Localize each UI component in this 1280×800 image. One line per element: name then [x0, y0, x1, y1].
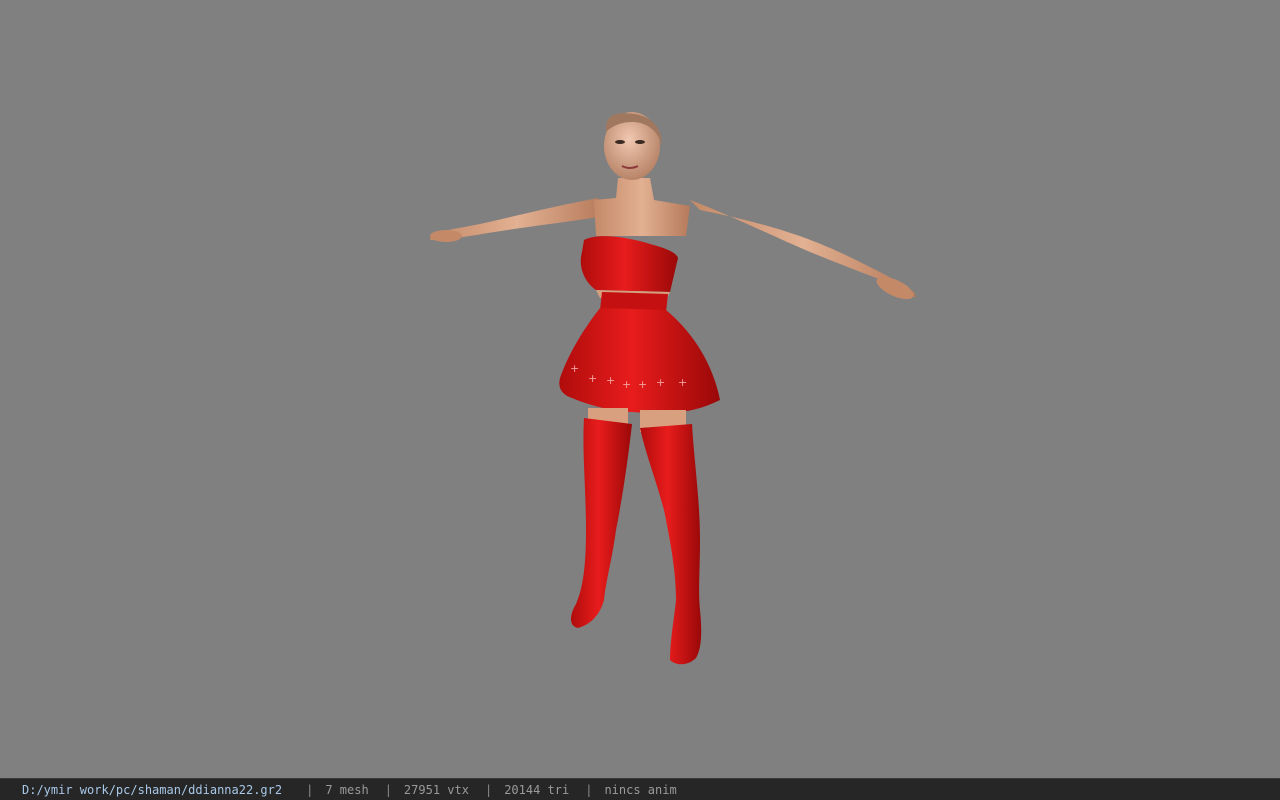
svg-text:+: +: [622, 378, 631, 391]
separator: |: [384, 782, 392, 797]
separator: |: [484, 782, 493, 797]
svg-text:+: +: [588, 372, 597, 385]
svg-text:+: +: [678, 376, 687, 389]
skirt: [559, 308, 720, 413]
separator: |: [306, 782, 314, 797]
svg-text:+: +: [638, 378, 647, 391]
3d-viewport[interactable]: + + + + + + +: [0, 0, 1280, 778]
svg-text:+: +: [570, 362, 579, 375]
svg-text:+: +: [656, 376, 665, 389]
separator: |: [585, 782, 593, 797]
character-model: + + + + + + +: [430, 112, 916, 665]
file-path: D:/ymir work/pc/shaman/ddianna22.gr2: [22, 782, 283, 797]
bandeau-top: [580, 236, 678, 292]
animation-status: nincs anim: [604, 782, 677, 797]
svg-text:+: +: [606, 374, 615, 387]
right-boot: [640, 424, 702, 665]
mesh-count: 7 mesh: [325, 782, 369, 797]
status-bar: D:/ymir work/pc/shaman/ddianna22.gr2 | 7…: [0, 778, 1280, 800]
triangle-count: 20144 tri: [504, 782, 570, 797]
neck: [594, 178, 690, 236]
left-hand: [430, 230, 462, 242]
vertex-count: 27951 vtx: [403, 782, 469, 797]
left-boot: [571, 418, 632, 628]
